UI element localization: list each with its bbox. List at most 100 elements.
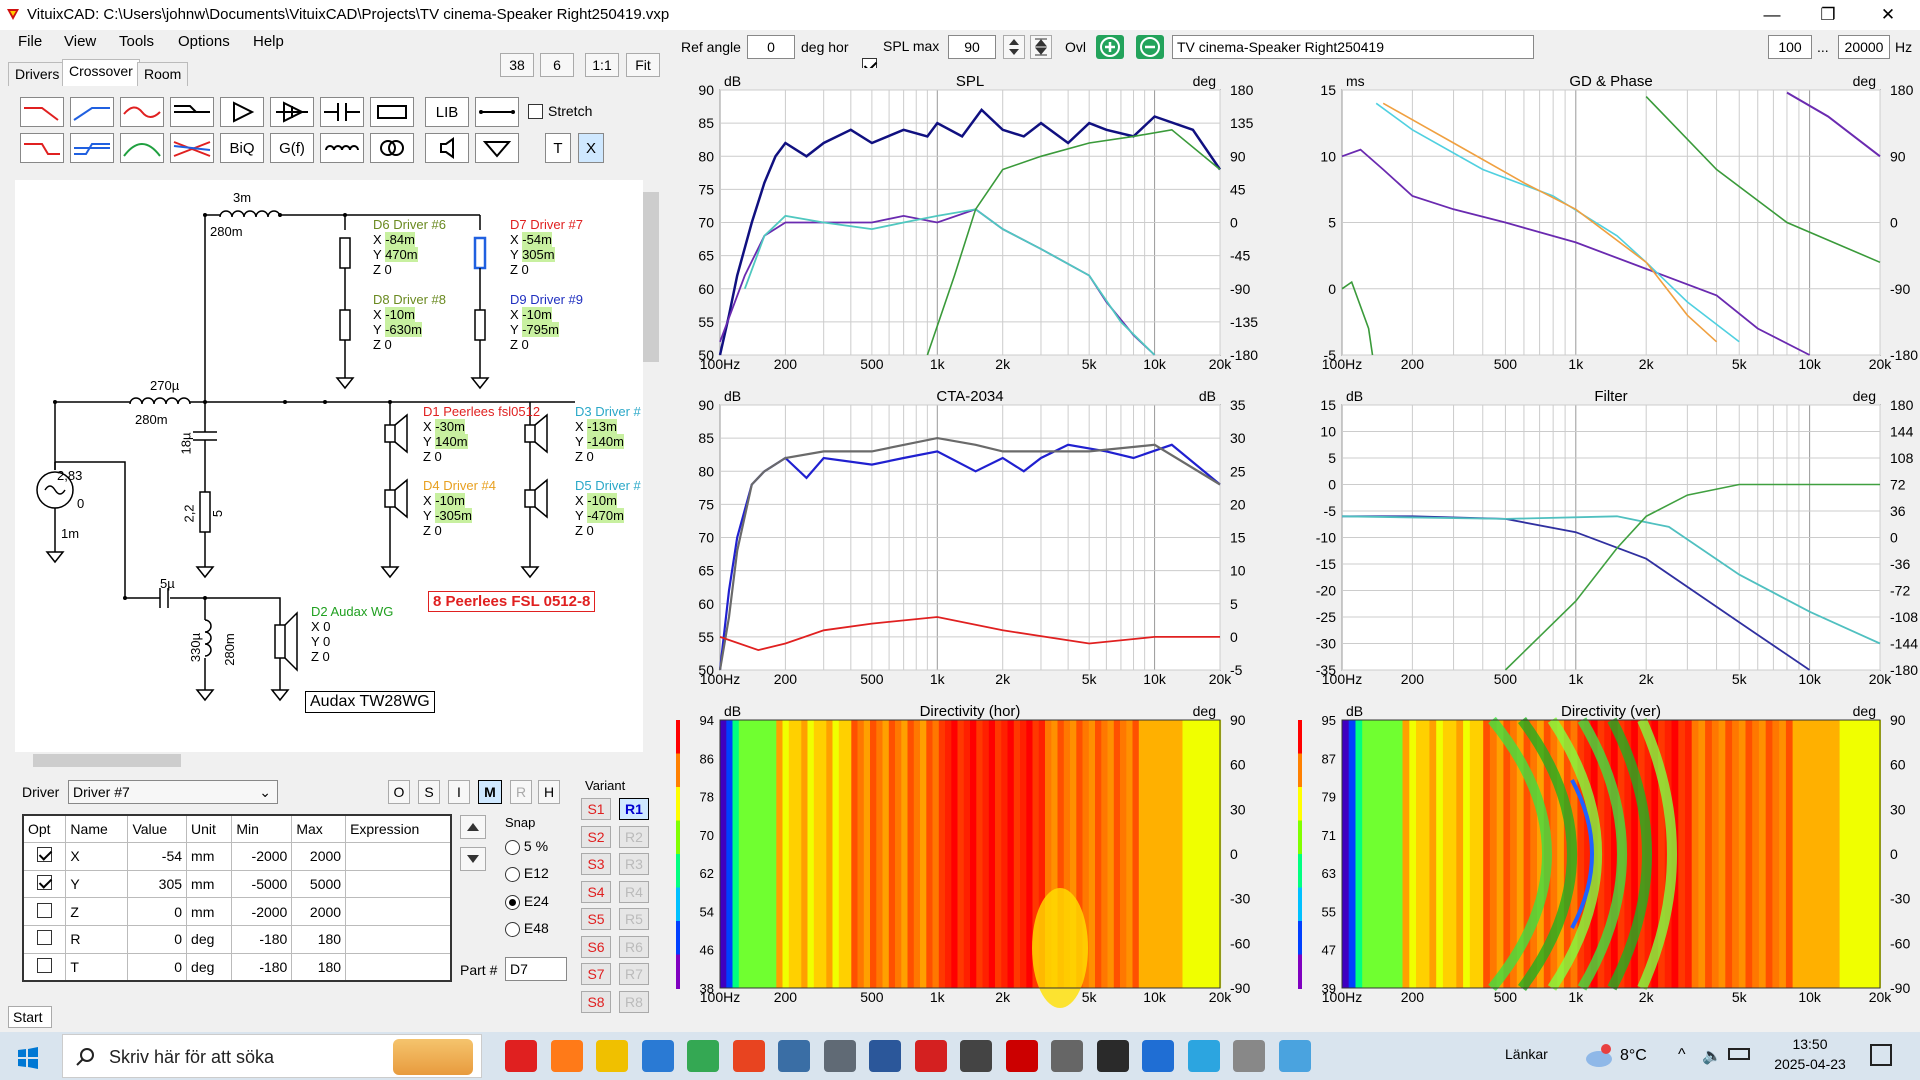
variant-s6-button[interactable]: S6: [581, 935, 611, 958]
grid-value-box[interactable]: 6: [540, 53, 574, 77]
mode-o-button[interactable]: O: [388, 780, 410, 804]
opt-cell[interactable]: [22, 897, 67, 927]
value-cell[interactable]: 0: [127, 897, 188, 927]
bandpass-tool[interactable]: [120, 133, 164, 163]
tray-chevron-up-icon[interactable]: ^: [1678, 1046, 1686, 1064]
opt-checkbox[interactable]: [37, 930, 53, 946]
variant-r6-button[interactable]: R6: [619, 935, 649, 958]
directivity-hor-plot[interactable]: 94 86 78 70 62 54 46 38 90 60 30 0 -30 -60 -90 100Hz 200…: [674, 698, 1262, 1008]
expression-cell[interactable]: [345, 952, 452, 982]
peak-tool[interactable]: [120, 97, 164, 127]
resistor-tool[interactable]: [370, 97, 414, 127]
paint-icon[interactable]: [1233, 1040, 1265, 1072]
variant-s8-button[interactable]: S8: [581, 990, 611, 1013]
close-button[interactable]: ✕: [1860, 0, 1916, 30]
driver-select[interactable]: Driver #7 ⌄: [68, 780, 278, 804]
taskbar-search[interactable]: Skriv här för att söka: [62, 1034, 482, 1078]
scroll-thumb[interactable]: [33, 754, 181, 767]
value-cell[interactable]: 0: [127, 925, 188, 954]
directivity-ver-plot[interactable]: 95 87 79 71 63 55 47 39 90 60 30 0 -30 -60 -90 100Hz 200…: [1296, 698, 1918, 1008]
value-cell[interactable]: 0: [127, 952, 188, 982]
note-audax[interactable]: Audax TW28WG: [305, 691, 435, 713]
calculator-icon[interactable]: [823, 1040, 856, 1072]
wire-tool[interactable]: [475, 97, 519, 127]
amp-tool[interactable]: [220, 97, 264, 127]
move-down-button[interactable]: [460, 847, 486, 871]
opt-cell[interactable]: [22, 869, 67, 899]
variant-s1-button[interactable]: S1: [581, 798, 611, 820]
snap-radio[interactable]: [505, 866, 520, 882]
driver-d9-label[interactable]: D9 Driver #9 X -10m Y -795m Z 0: [510, 292, 583, 352]
notes-icon[interactable]: [1278, 1040, 1311, 1072]
word-icon[interactable]: [869, 1040, 901, 1072]
transformer-tool[interactable]: [370, 133, 414, 163]
max-cell[interactable]: 2000: [291, 842, 347, 871]
min-cell[interactable]: -180: [231, 925, 293, 954]
delete-tool[interactable]: X: [578, 133, 604, 163]
mode-s-button[interactable]: S: [418, 780, 440, 804]
tab-room[interactable]: Room: [137, 62, 189, 86]
driver-d2-label[interactable]: D2 Audax WG X 0Y 0Z 0: [311, 604, 393, 664]
variant-r8-button[interactable]: R8: [619, 990, 649, 1013]
maximize-button[interactable]: ❐: [1800, 0, 1856, 30]
chrome-icon[interactable]: [687, 1040, 719, 1072]
firefox-icon[interactable]: [550, 1040, 583, 1072]
clock-date[interactable]: 2025-04-23: [1770, 1056, 1850, 1072]
min-cell[interactable]: -180: [231, 952, 293, 982]
variant-s4-button[interactable]: S4: [581, 880, 611, 903]
min-cell[interactable]: -2000: [231, 842, 293, 871]
max-cell[interactable]: 5000: [291, 869, 347, 899]
shelf-tool[interactable]: [170, 97, 214, 127]
weather-temp[interactable]: 8°C: [1620, 1047, 1647, 1065]
taskbar-links[interactable]: Länkar: [1505, 1046, 1548, 1062]
spinner-button[interactable]: [1003, 35, 1025, 59]
mode-r-button[interactable]: R: [510, 780, 532, 804]
telegram-icon[interactable]: [1187, 1040, 1220, 1072]
biquad-tool[interactable]: BiQ: [220, 133, 264, 163]
snap-option-e48[interactable]: E48: [505, 920, 549, 937]
overlay-name-input[interactable]: [1172, 35, 1534, 59]
variant-r7-button[interactable]: R7: [619, 963, 649, 985]
schematic-vscrollbar[interactable]: [643, 180, 660, 752]
snap-radio[interactable]: [505, 839, 520, 855]
driver-d3-label[interactable]: D3 Driver # X -13m Y -140m Z 0: [575, 404, 641, 464]
driver-d6-label[interactable]: D6 Driver #6 X -84m Y 470m Z 0: [373, 217, 446, 277]
value-cell[interactable]: 305: [127, 869, 188, 899]
note-peerless[interactable]: 8 Peerlees FSL 0512-8: [428, 591, 596, 612]
zoom-fit-button[interactable]: Fit: [626, 53, 660, 77]
ref-angle-input[interactable]: [747, 35, 795, 59]
office-icon[interactable]: [732, 1040, 765, 1072]
max-cell[interactable]: 180: [291, 925, 347, 954]
spl-plot[interactable]: 90 85 80 75 70 65 60 55 50 180 135 90 45 0 -45 -90 -135-…: [676, 68, 1262, 373]
table-row[interactable]: T 0 deg -180 180: [22, 952, 452, 982]
table-row[interactable]: Y 305 mm -5000 5000: [22, 869, 452, 899]
snap-option-5pct[interactable]: 5 %: [505, 838, 548, 855]
variant-s5-button[interactable]: S5: [581, 908, 611, 930]
menu-view[interactable]: View: [64, 33, 96, 50]
snap-radio[interactable]: [505, 894, 520, 910]
ground-tool[interactable]: [475, 133, 519, 163]
opt-checkbox[interactable]: [37, 875, 53, 891]
buffer-tool[interactable]: [270, 97, 314, 127]
lowpass2-tool[interactable]: [20, 133, 64, 163]
snap-radio[interactable]: [505, 921, 520, 937]
volume-icon[interactable]: 🔈: [1702, 1046, 1722, 1066]
mode-h-button[interactable]: H: [538, 780, 560, 804]
move-up-button[interactable]: [460, 815, 486, 839]
gd-phase-plot[interactable]: 15 10 5 0 -5 180 90 0 -90 -180 100Hz 200 500 1k 2k 5k 10…: [1298, 68, 1918, 373]
expression-cell[interactable]: [345, 897, 452, 927]
clock-time[interactable]: 13:50: [1780, 1036, 1840, 1052]
filter-plot[interactable]: 15 10 5 0 -5 -10 -15 -20 -25 -30 -35 180 144 108 72 36 0…: [1298, 383, 1918, 688]
variant-r5-button[interactable]: R5: [619, 908, 649, 930]
table-row[interactable]: R 0 deg -180 180: [22, 925, 452, 954]
inductor-tool[interactable]: [320, 133, 364, 163]
variant-s2-button[interactable]: S2: [581, 825, 611, 848]
capacitor-tool[interactable]: [320, 97, 364, 127]
photos-icon[interactable]: [1142, 1040, 1174, 1072]
remote-desktop-icon[interactable]: [778, 1040, 810, 1072]
scroll-thumb[interactable]: [643, 192, 659, 362]
vituixcad-icon[interactable]: [1005, 1040, 1038, 1072]
text-tool[interactable]: T: [545, 133, 571, 163]
opt-cell[interactable]: [22, 925, 67, 954]
overlay-add-button[interactable]: [1096, 35, 1124, 59]
